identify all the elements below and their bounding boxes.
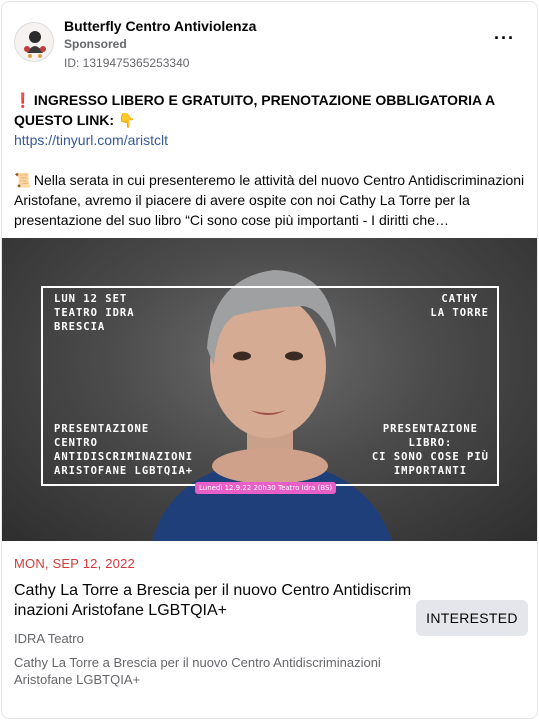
scroll-icon: 📜 — [14, 172, 32, 188]
page-name-link[interactable]: Butterfly Centro Antiviolenza — [64, 18, 256, 34]
ad-card: Butterfly Centro Antiviolenza Sponsored … — [1, 1, 538, 719]
more-options-icon[interactable]: ··· — [494, 28, 515, 49]
post-header: Butterfly Centro Antiviolenza Sponsored … — [14, 16, 525, 70]
poster-event-tag: Lunedì 12.9.22 20h30 Teatro Idra (BS) — [195, 482, 337, 494]
exclamation-icon: ❗ — [14, 92, 32, 108]
interested-button[interactable]: INTERESTED — [416, 600, 528, 636]
event-cover-image[interactable]: LUN 12 SET TEATRO IDRA BRESCIA CATHY LA … — [2, 238, 537, 541]
poster-speaker: CATHY LA TORRE — [430, 293, 489, 319]
description-paragraph: 📜 Nella serata in cui presenteremo le at… — [14, 170, 526, 230]
poster-date-venue: LUN 12 SET TEATRO IDRA BRESCIA — [54, 293, 135, 333]
headline: ❗ INGRESSO LIBERO E GRATUITO, PRENOTAZIO… — [14, 90, 526, 130]
event-date: MON, SEP 12, 2022 — [14, 556, 135, 571]
poster-center-presentation: PRESENTAZIONE CENTRO ANTIDISCRIMINAZIONI… — [54, 423, 194, 477]
ad-id: ID: 1319475365253340 — [64, 56, 190, 70]
post-text: ❗ INGRESSO LIBERO E GRATUITO, PRENOTAZIO… — [14, 90, 526, 230]
description-text: Nella serata in cui presenteremo le atti… — [14, 172, 525, 228]
headline-text: INGRESSO LIBERO E GRATUITO, PRENOTAZIONE… — [14, 92, 495, 128]
sponsored-label: Sponsored — [64, 37, 127, 51]
pointing-down-icon: 👇 — [117, 112, 136, 128]
poster-book-presentation: PRESENTAZIONE LIBRO: CI SONO COSE PIÙ IM… — [371, 423, 489, 477]
event-description: Cathy La Torre a Brescia per il nuovo Ce… — [14, 655, 381, 687]
butterfly-logo-icon — [15, 23, 53, 61]
event-title[interactable]: Cathy La Torre a Brescia per il nuovo Ce… — [14, 581, 414, 621]
registration-link[interactable]: https://tinyurl.com/aristclt — [14, 130, 526, 150]
page-avatar[interactable] — [14, 22, 54, 62]
